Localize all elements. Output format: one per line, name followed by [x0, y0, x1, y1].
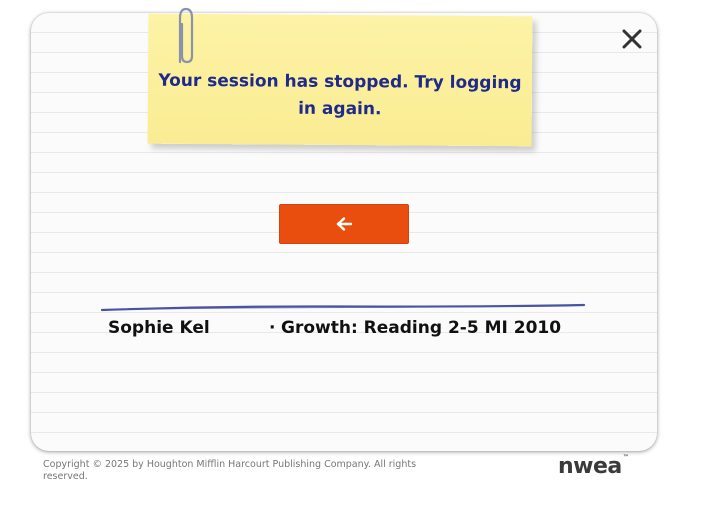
- logo-text: nwea: [558, 454, 622, 479]
- separator: ·: [269, 318, 276, 338]
- session-message: Your session has stopped. Try logging in…: [158, 70, 522, 120]
- back-button[interactable]: [279, 204, 409, 244]
- trademark-mark: ™: [622, 454, 629, 461]
- close-icon[interactable]: [619, 26, 645, 52]
- copyright-text: Copyright © 2025 by Houghton Mifflin Har…: [43, 459, 417, 482]
- nwea-logo: nwea™: [558, 454, 629, 479]
- test-name: Growth: Reading 2-5 MI 2010: [281, 318, 562, 338]
- paperclip-icon: [178, 7, 194, 64]
- pen-underline: [100, 303, 586, 312]
- arrow-left-icon: [336, 217, 352, 231]
- sticky-note: Your session has stopped. Try logging in…: [147, 13, 533, 147]
- student-name: Sophie Kel: [108, 318, 210, 338]
